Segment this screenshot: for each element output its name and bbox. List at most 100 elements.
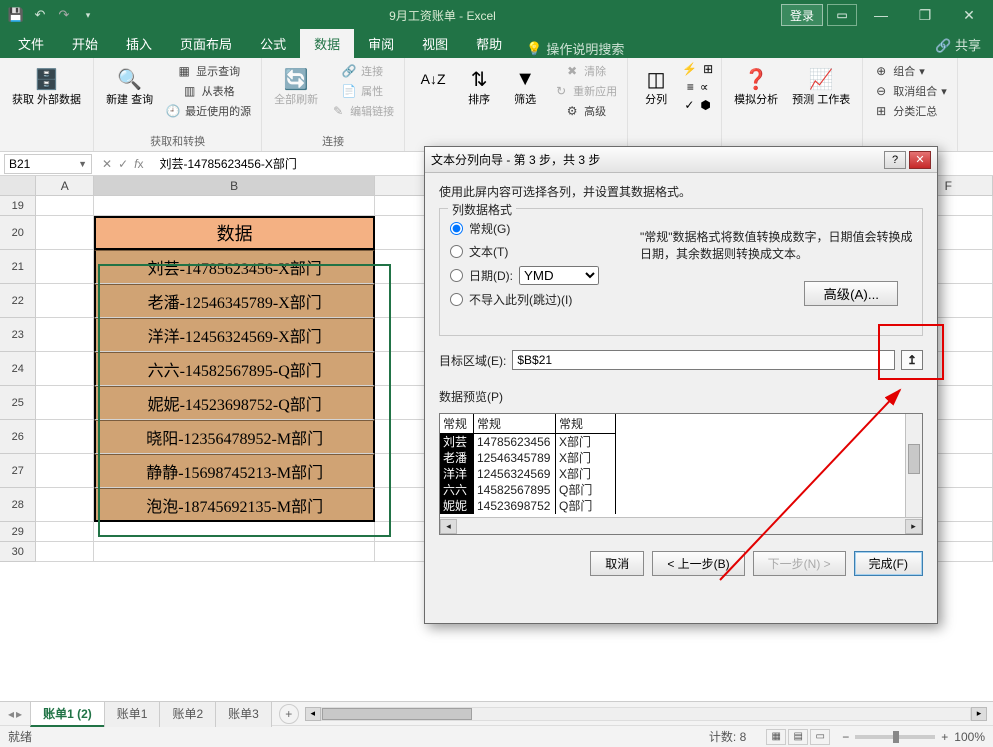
tab-review[interactable]: 审阅 bbox=[354, 29, 408, 58]
zoom-out-icon[interactable]: − bbox=[842, 730, 849, 744]
help-icon[interactable]: ? bbox=[884, 151, 906, 169]
forecast-sheet-button[interactable]: 📈预测 工作表 bbox=[788, 62, 854, 109]
edit-links-button[interactable]: ✎编辑链接 bbox=[328, 102, 396, 120]
tab-formulas[interactable]: 公式 bbox=[246, 29, 300, 58]
zoom-slider[interactable] bbox=[855, 735, 935, 739]
ribbon-display-options-icon[interactable]: ▭ bbox=[827, 4, 857, 26]
sheet-tab[interactable]: 账单2 bbox=[159, 701, 216, 727]
row-header[interactable]: 23 bbox=[0, 318, 36, 352]
row-header[interactable]: 22 bbox=[0, 284, 36, 318]
tab-help[interactable]: 帮助 bbox=[462, 29, 516, 58]
close-dialog-icon[interactable]: ✕ bbox=[909, 151, 931, 169]
text-to-columns-button[interactable]: ◫分列 bbox=[636, 62, 676, 109]
validation-icon[interactable]: ✓ bbox=[684, 98, 694, 112]
advanced-filter-button[interactable]: ⚙高级 bbox=[562, 102, 608, 120]
login-button[interactable]: 登录 bbox=[781, 4, 823, 26]
sheet-nav-last-icon[interactable]: ▸ bbox=[16, 707, 22, 721]
column-header[interactable]: A bbox=[36, 176, 94, 195]
undo-icon[interactable]: ↶ bbox=[30, 5, 50, 25]
tell-me-search[interactable]: 💡 操作说明搜索 bbox=[516, 39, 634, 58]
row-header[interactable]: 19 bbox=[0, 196, 36, 216]
refresh-all-button[interactable]: 🔄 全部刷新 bbox=[270, 62, 322, 109]
row-header[interactable]: 30 bbox=[0, 542, 36, 562]
sheet-tab[interactable]: 账单3 bbox=[215, 701, 272, 727]
date-format-select[interactable]: YMD bbox=[519, 266, 599, 285]
cancel-formula-icon[interactable]: ✕ bbox=[102, 157, 112, 171]
sort-asc-button[interactable]: A↓Z bbox=[413, 62, 453, 96]
ungroup-button[interactable]: ⊖取消组合 ▾ bbox=[871, 82, 949, 100]
flash-fill-icon[interactable]: ⚡ bbox=[682, 62, 697, 76]
radio-skip[interactable] bbox=[450, 293, 463, 306]
sheet-tab[interactable]: 账单1 bbox=[104, 701, 161, 727]
tab-view[interactable]: 视图 bbox=[408, 29, 462, 58]
row-header[interactable]: 26 bbox=[0, 420, 36, 454]
manage-model-icon[interactable]: ⬢ bbox=[700, 98, 710, 112]
tab-data[interactable]: 数据 bbox=[300, 29, 354, 58]
zoom-value[interactable]: 100% bbox=[954, 730, 985, 744]
row-header[interactable]: 25 bbox=[0, 386, 36, 420]
minimize-icon[interactable]: — bbox=[861, 0, 901, 30]
radio-general[interactable] bbox=[450, 222, 463, 235]
dialog-title-bar[interactable]: 文本分列向导 - 第 3 步，共 3 步 ? ✕ bbox=[425, 147, 937, 173]
group-icon: ⊕ bbox=[873, 63, 889, 79]
add-sheet-icon[interactable]: + bbox=[279, 704, 299, 724]
tab-layout[interactable]: 页面布局 bbox=[166, 29, 246, 58]
back-button[interactable]: < 上一步(B) bbox=[652, 551, 744, 576]
remove-dup-icon[interactable]: ≡ bbox=[687, 80, 694, 94]
what-if-button[interactable]: ❓模拟分析 bbox=[730, 62, 782, 109]
enter-formula-icon[interactable]: ✓ bbox=[118, 157, 128, 171]
tab-insert[interactable]: 插入 bbox=[112, 29, 166, 58]
row-header[interactable]: 20 bbox=[0, 216, 36, 250]
row-header[interactable]: 29 bbox=[0, 522, 36, 542]
column-header[interactable]: B bbox=[94, 176, 375, 195]
save-icon[interactable]: 💾 bbox=[6, 5, 26, 25]
row-header[interactable]: 21 bbox=[0, 250, 36, 284]
close-icon[interactable]: ✕ bbox=[949, 0, 989, 30]
fx-icon[interactable]: fx bbox=[134, 157, 143, 171]
sheet-tab[interactable]: 账单1 (2) bbox=[30, 701, 105, 727]
radio-text[interactable] bbox=[450, 245, 463, 258]
destination-input[interactable] bbox=[512, 350, 895, 370]
tab-file[interactable]: 文件 bbox=[4, 29, 58, 58]
preview-scroll-v[interactable] bbox=[905, 414, 922, 517]
group-button[interactable]: ⊕组合 ▾ bbox=[871, 62, 927, 80]
select-all-cell[interactable] bbox=[0, 176, 36, 195]
page-layout-view-icon[interactable]: ▤ bbox=[788, 729, 808, 745]
preview-scroll-h[interactable]: ◂▸ bbox=[440, 517, 922, 534]
share-button[interactable]: 🔗 共享 bbox=[923, 31, 993, 58]
range-picker-icon[interactable]: ↥ bbox=[901, 350, 923, 370]
redo-icon[interactable]: ↷ bbox=[54, 5, 74, 25]
advanced-button[interactable]: 高级(A)... bbox=[804, 281, 898, 306]
preview-box[interactable]: 常规刘芸老潘洋洋六六妮妮常规14785623456125463457891245… bbox=[439, 413, 923, 535]
from-table-button[interactable]: ▥从表格 bbox=[180, 82, 237, 100]
sheet-nav-first-icon[interactable]: ◂ bbox=[8, 707, 14, 721]
row-header[interactable]: 27 bbox=[0, 454, 36, 488]
horizontal-scrollbar[interactable]: ◂▸ bbox=[305, 707, 987, 721]
show-queries-button[interactable]: ▦显示查询 bbox=[174, 62, 242, 80]
cancel-button[interactable]: 取消 bbox=[590, 551, 644, 576]
finish-button[interactable]: 完成(F) bbox=[854, 551, 923, 576]
properties-button[interactable]: 📄属性 bbox=[339, 82, 385, 100]
next-button[interactable]: 下一步(N) > bbox=[753, 551, 846, 576]
get-external-data-button[interactable]: 🗄️ 获取 外部数据 bbox=[8, 62, 85, 109]
name-box[interactable]: B21▼ bbox=[4, 154, 92, 174]
subtotal-button[interactable]: ⊞分类汇总 bbox=[871, 102, 939, 120]
sort-button[interactable]: ⇅排序 bbox=[459, 62, 499, 109]
clear-filter-button[interactable]: ✖清除 bbox=[562, 62, 608, 80]
connections-button[interactable]: 🔗连接 bbox=[339, 62, 385, 80]
page-break-view-icon[interactable]: ▭ bbox=[810, 729, 830, 745]
tab-home[interactable]: 开始 bbox=[58, 29, 112, 58]
radio-date[interactable] bbox=[450, 269, 463, 282]
zoom-in-icon[interactable]: + bbox=[941, 730, 948, 744]
normal-view-icon[interactable]: ▦ bbox=[766, 729, 786, 745]
customize-qat-icon[interactable]: ▾ bbox=[78, 5, 98, 25]
recent-sources-button[interactable]: 🕘最近使用的源 bbox=[163, 102, 253, 120]
row-header[interactable]: 28 bbox=[0, 488, 36, 522]
new-query-button[interactable]: 🔍 新建 查询 bbox=[102, 62, 157, 109]
reapply-button[interactable]: ↻重新应用 bbox=[551, 82, 619, 100]
filter-button[interactable]: ▼筛选 bbox=[505, 62, 545, 109]
consolidate-icon[interactable]: ⊞ bbox=[703, 62, 713, 76]
relationships-icon[interactable]: ∝ bbox=[700, 80, 709, 94]
restore-icon[interactable]: ❐ bbox=[905, 0, 945, 30]
row-header[interactable]: 24 bbox=[0, 352, 36, 386]
